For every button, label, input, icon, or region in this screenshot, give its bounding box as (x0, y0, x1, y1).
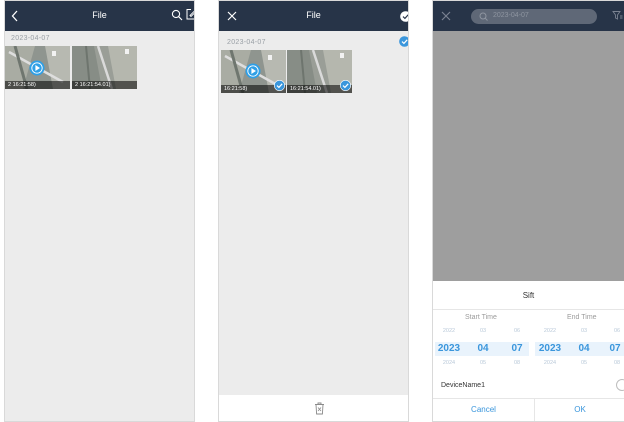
end-year-prev[interactable]: 2022 (540, 328, 560, 334)
top-bar: File (5, 1, 194, 31)
end-time-label: End Time (567, 314, 597, 321)
play-icon[interactable] (29, 60, 45, 76)
select-all-icon[interactable] (400, 11, 409, 22)
start-month-prev[interactable]: 03 (473, 328, 493, 334)
end-day-prev[interactable]: 06 (607, 328, 624, 334)
start-day-prev[interactable]: 06 (507, 328, 527, 334)
close-icon[interactable] (441, 11, 451, 21)
page-title: File (306, 10, 321, 20)
end-day-next[interactable]: 08 (607, 360, 624, 366)
ok-button[interactable]: OK (535, 405, 624, 414)
check-icon[interactable] (340, 80, 351, 91)
start-year-picker[interactable]: 2023 (435, 343, 463, 354)
start-month-picker[interactable]: 04 (471, 343, 495, 354)
end-month-picker[interactable]: 04 (572, 343, 596, 354)
video-thumbnail[interactable]: 2 16:21:54.01) (72, 46, 137, 89)
delete-icon[interactable] (314, 402, 325, 415)
start-time-label: Start Time (465, 314, 497, 321)
start-day-next[interactable]: 08 (507, 360, 527, 366)
check-icon[interactable] (274, 80, 285, 91)
start-year-prev[interactable]: 2022 (439, 328, 459, 334)
start-month-next[interactable]: 05 (473, 360, 493, 366)
button-divider (433, 398, 624, 399)
file-list-screen: File 2023-04-07 2 16:21:58) 2 16:21:54.0… (4, 0, 195, 422)
device-radio[interactable] (616, 379, 624, 391)
search-query: 2023-04-07 (493, 12, 529, 19)
sift-filter-screen: 2023-04-07 Sift Start Time End Time 2022… (432, 0, 624, 422)
file-select-screen: File 2023-04-07 16:21:58) 16:21:54.01) (218, 0, 409, 422)
search-icon[interactable] (171, 9, 183, 21)
date-group-label: 2023-04-07 (227, 39, 266, 46)
top-bar: File (219, 1, 408, 31)
start-year-next[interactable]: 2024 (439, 360, 459, 366)
divider (433, 309, 624, 310)
top-bar: 2023-04-07 (433, 1, 624, 31)
cancel-button[interactable]: Cancel (433, 405, 534, 414)
end-day-picker[interactable]: 07 (605, 343, 624, 354)
search-input[interactable]: 2023-04-07 (471, 9, 597, 24)
end-year-picker[interactable]: 2023 (536, 343, 564, 354)
sift-sheet: Sift Start Time End Time 2022 03 06 2023… (433, 281, 624, 421)
bottom-action-bar (219, 395, 408, 421)
edit-icon[interactable] (186, 8, 195, 20)
video-timestamp: 2 16:21:58) (5, 81, 70, 89)
filter-icon[interactable] (612, 10, 623, 21)
dim-overlay[interactable] (433, 31, 624, 281)
end-year-next[interactable]: 2024 (540, 360, 560, 366)
play-icon[interactable] (245, 63, 261, 79)
start-day-picker[interactable]: 07 (505, 343, 529, 354)
video-thumbnail[interactable]: 16:21:58) (221, 50, 286, 93)
page-title: File (92, 10, 107, 20)
device-name-label: DeviceName1 (441, 382, 485, 389)
search-icon (479, 12, 488, 21)
video-thumbnail[interactable]: 2 16:21:58) (5, 46, 70, 89)
end-month-prev[interactable]: 03 (574, 328, 594, 334)
video-thumbnail[interactable]: 16:21:54.01) (287, 50, 352, 93)
video-timestamp: 2 16:21:54.01) (72, 81, 137, 89)
date-group-label: 2023-04-07 (11, 35, 50, 42)
end-month-next[interactable]: 05 (574, 360, 594, 366)
check-icon[interactable] (399, 36, 409, 47)
sheet-title: Sift (522, 291, 535, 300)
